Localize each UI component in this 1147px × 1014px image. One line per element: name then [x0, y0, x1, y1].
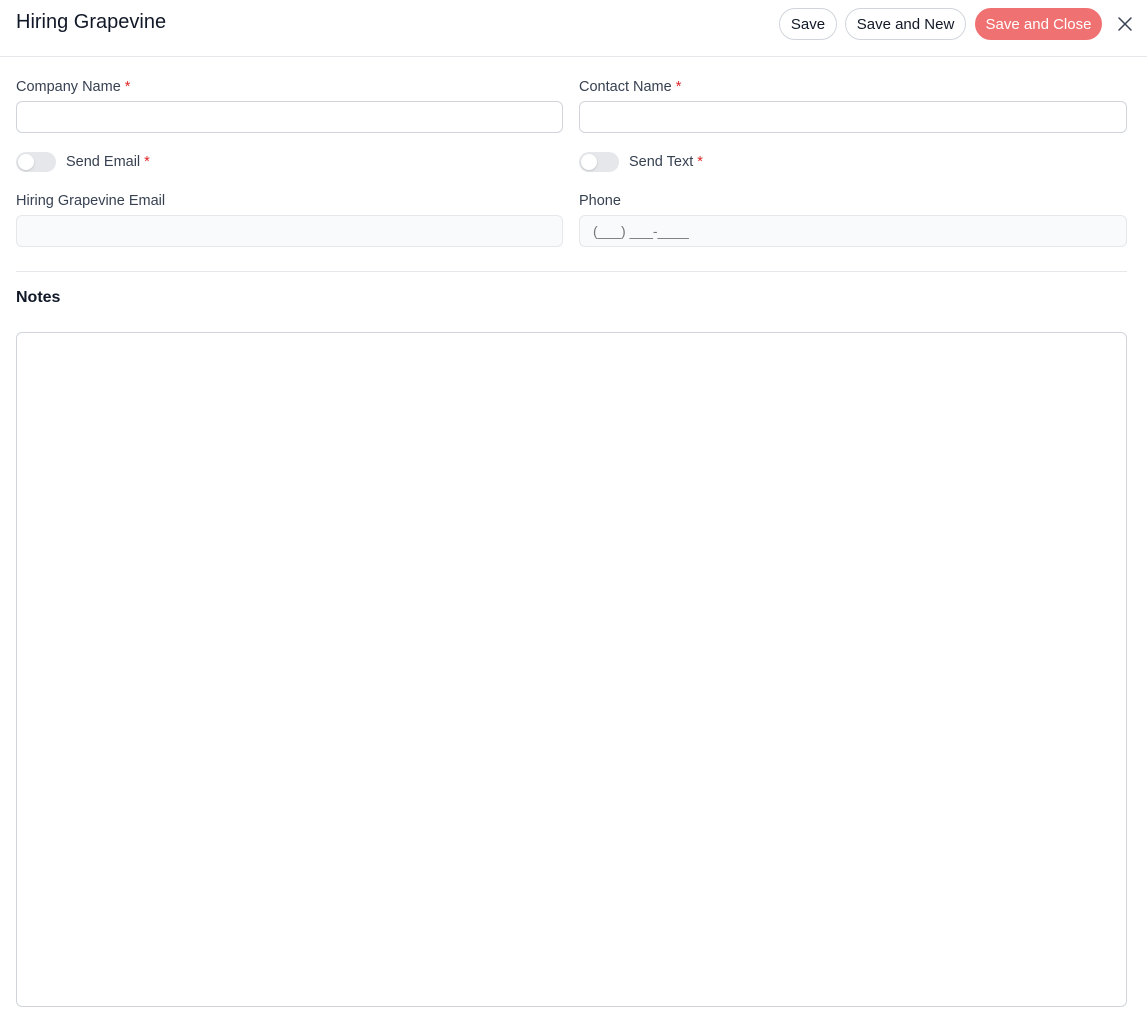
page-title: Hiring Grapevine [16, 11, 167, 33]
send-email-label: Send Email * [66, 154, 150, 170]
toggle-knob [581, 154, 597, 170]
company-name-label: Company Name * [16, 79, 130, 95]
send-text-label-text: Send Text [629, 154, 694, 170]
contact-name-label-text: Contact Name [579, 79, 672, 95]
required-mark: * [675, 79, 682, 95]
required-mark: * [144, 154, 150, 170]
save-and-close-button[interactable]: Save and Close [975, 8, 1102, 40]
hiring-email-label: Hiring Grapevine Email [16, 193, 166, 209]
notes-textarea[interactable] [16, 332, 1127, 1007]
phone-input[interactable] [579, 215, 1127, 247]
section-divider [16, 271, 1127, 272]
required-mark: * [124, 79, 131, 95]
contact-name-input[interactable] [579, 101, 1127, 133]
save-and-new-button[interactable]: Save and New [845, 8, 966, 40]
notes-heading: Notes [16, 289, 61, 306]
send-text-toggle[interactable] [579, 152, 619, 172]
dialog-header: Hiring Grapevine Save Save and New Save … [0, 0, 1147, 57]
phone-label: Phone [579, 193, 621, 209]
company-name-label-text: Company Name [16, 79, 121, 95]
close-icon[interactable] [1114, 13, 1136, 35]
send-text-label: Send Text * [629, 154, 703, 170]
contact-name-label: Contact Name * [579, 79, 681, 95]
save-button[interactable]: Save [779, 8, 837, 40]
required-mark: * [697, 154, 703, 170]
send-email-toggle[interactable] [16, 152, 56, 172]
send-email-label-text: Send Email [66, 154, 141, 170]
company-name-input[interactable] [16, 101, 563, 133]
hiring-email-input[interactable] [16, 215, 563, 247]
toggle-knob [18, 154, 34, 170]
